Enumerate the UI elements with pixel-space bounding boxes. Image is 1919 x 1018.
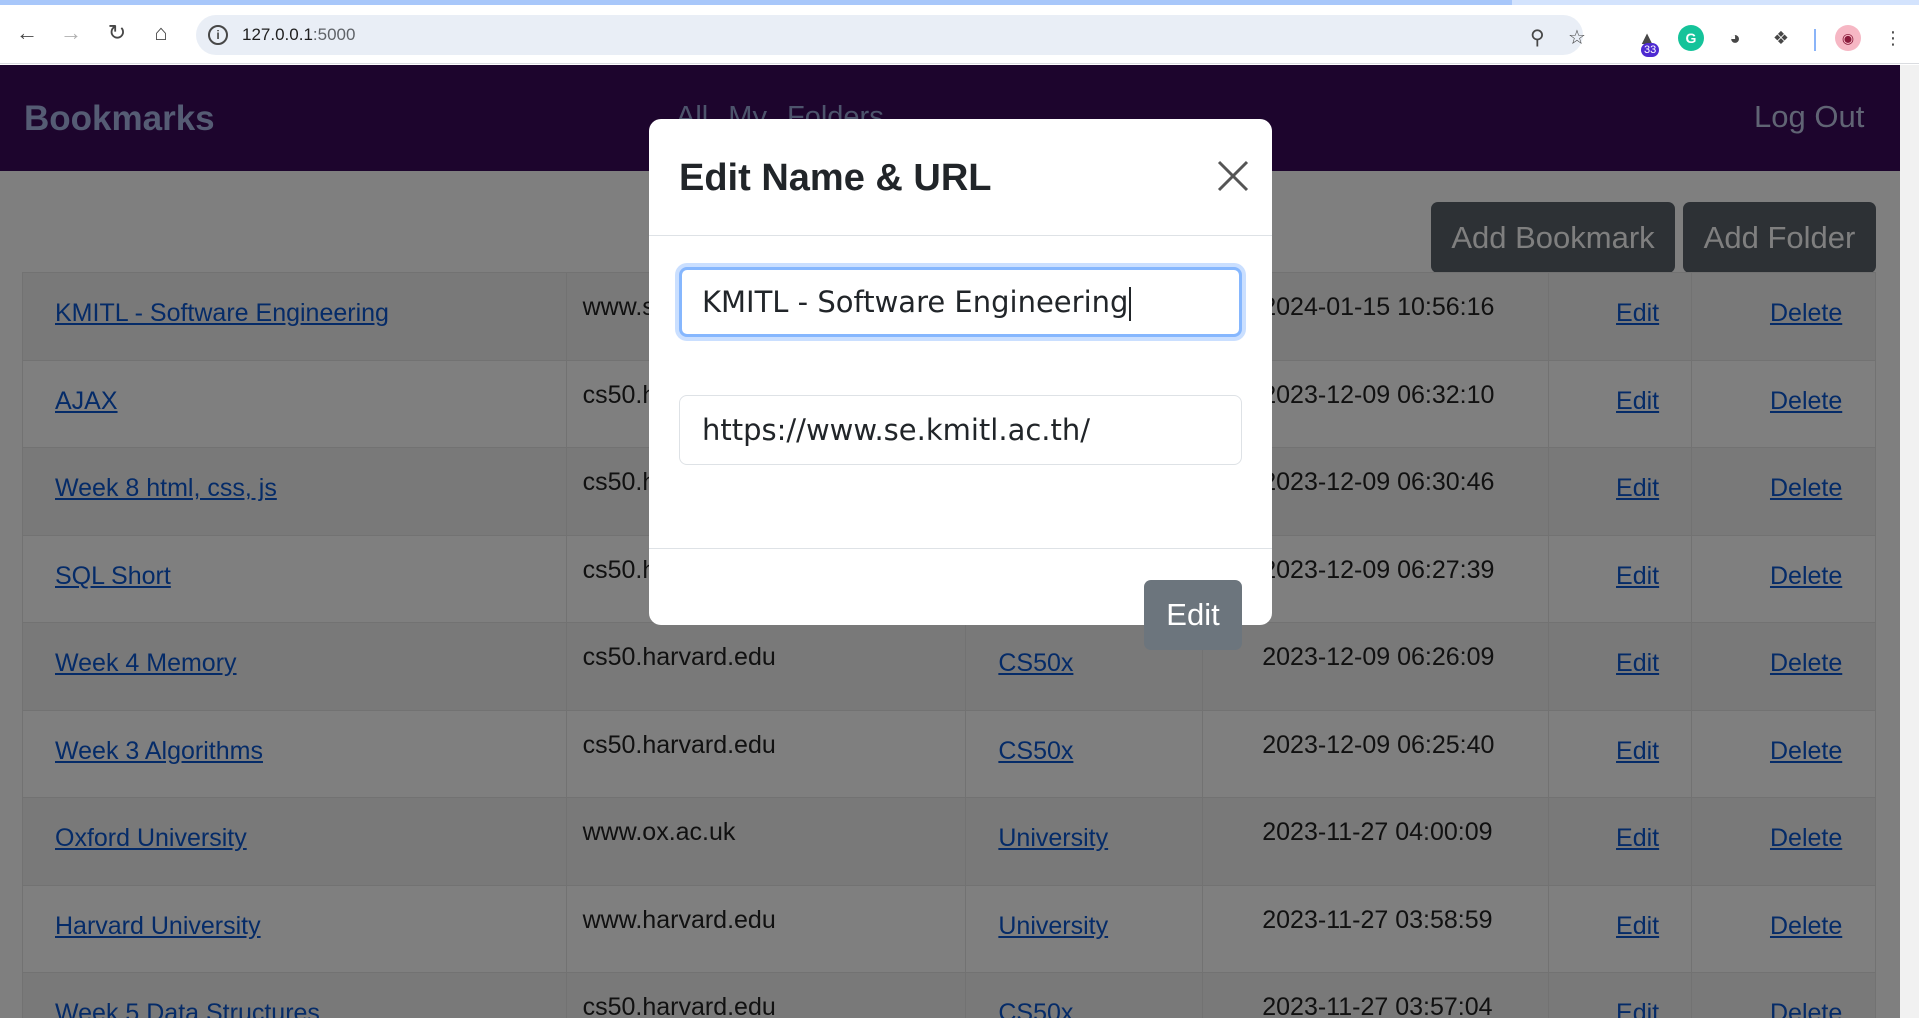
text-caret — [1129, 287, 1132, 321]
url-input[interactable]: https://www.se.kmitl.ac.th/ — [679, 395, 1242, 465]
modal-footer-divider — [649, 548, 1272, 549]
url-input-value: https://www.se.kmitl.ac.th/ — [702, 413, 1091, 447]
page-scrollbar[interactable] — [1900, 65, 1919, 1018]
performance-icon[interactable]: ◕ — [1722, 25, 1748, 51]
edit-modal: Edit Name & URL KMITL - Software Enginee… — [649, 119, 1272, 650]
site-info-icon[interactable]: i — [208, 25, 228, 45]
close-icon[interactable] — [1211, 154, 1255, 198]
name-input[interactable]: KMITL - Software Engineering — [679, 267, 1242, 337]
address-url: 127.0.0.1:5000 — [242, 25, 356, 44]
browser-menu-icon[interactable]: ⋮ — [1880, 25, 1906, 51]
extension-badge: 33 — [1641, 43, 1660, 57]
toolbar-separator — [1814, 29, 1816, 51]
edit-submit-button[interactable]: Edit — [1144, 580, 1242, 650]
modal-header: Edit Name & URL — [649, 119, 1272, 236]
extensions-puzzle-icon[interactable]: ❖ — [1768, 25, 1794, 51]
name-input-value: KMITL - Software Engineering — [702, 285, 1129, 319]
browser-toolbar: ← → ↻ ⌂ i 127.0.0.1:5000 ⚲ ☆ ▲ 33 G ◕ ❖ … — [0, 5, 1919, 64]
zoom-icon[interactable]: ⚲ — [1530, 25, 1545, 50]
modal-title: Edit Name & URL — [679, 157, 992, 199]
profile-avatar-icon[interactable]: ◉ — [1835, 25, 1861, 51]
back-icon[interactable]: ← — [11, 17, 43, 49]
reload-icon[interactable]: ↻ — [101, 17, 133, 49]
grammarly-icon[interactable]: G — [1678, 25, 1704, 51]
address-bar[interactable]: i 127.0.0.1:5000 ⚲ ☆ — [196, 15, 1586, 55]
home-icon[interactable]: ⌂ — [145, 17, 177, 49]
bookmark-star-icon[interactable]: ☆ — [1568, 25, 1586, 50]
forward-icon[interactable]: → — [55, 17, 87, 49]
page: Bookmarks All My Folders Log Out Add Boo… — [0, 65, 1900, 1018]
